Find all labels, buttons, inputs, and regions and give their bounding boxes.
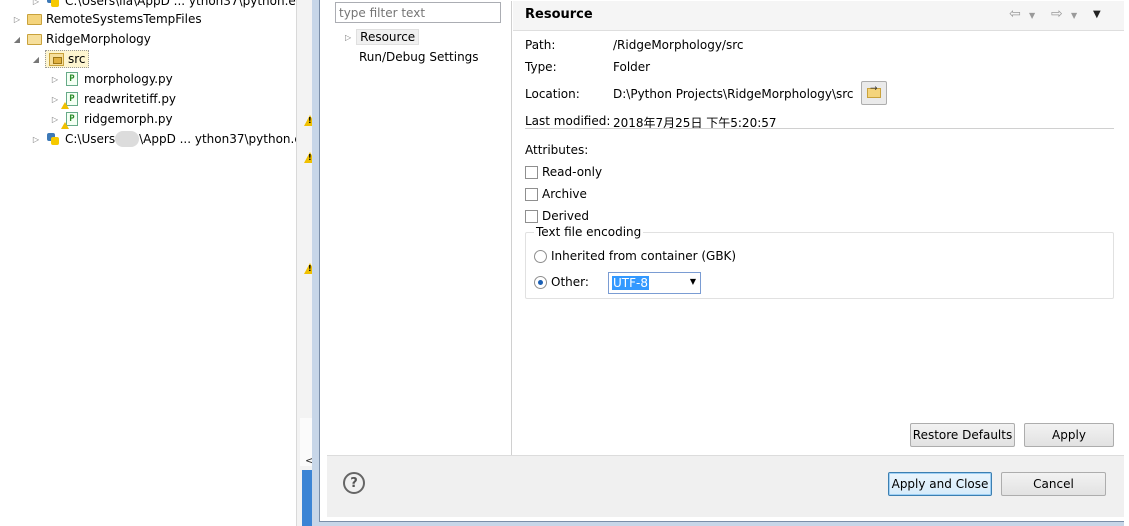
checkbox-label: Archive	[542, 187, 587, 201]
python-interpreter-icon	[45, 0, 61, 9]
taskbar-fragment	[302, 470, 320, 526]
help-icon[interactable]: ?	[343, 472, 365, 494]
warning-icon	[304, 115, 316, 126]
back-dropdown-icon[interactable]: ▼	[1029, 11, 1035, 20]
dialog-body: ▷ Resource Run/Debug Settings Resource ⇦…	[327, 1, 1129, 455]
preference-nav: ▷ Resource Run/Debug Settings	[327, 1, 512, 455]
redacted-username	[115, 131, 140, 147]
tree-item-label: C:\Users\lia\AppD ... ython37\python.e:	[65, 0, 297, 8]
other-encoding-option[interactable]: Other:	[534, 275, 589, 289]
expand-arrow-icon[interactable]: ▷	[49, 93, 61, 105]
tree-item-src[interactable]: ◢ src	[30, 49, 89, 69]
checkbox-label: Read-only	[542, 165, 603, 179]
readonly-checkbox-row[interactable]: Read-only	[525, 165, 602, 179]
tree-item-morphology-py[interactable]: ▷ P morphology.py	[49, 69, 173, 89]
readonly-checkbox[interactable]	[525, 165, 538, 179]
tree-item-label: src	[68, 52, 86, 66]
project-folder-icon	[26, 31, 42, 47]
checkbox-label: Derived	[542, 209, 589, 223]
view-menu-icon[interactable]: ▼	[1093, 9, 1101, 20]
type-value: Folder	[613, 60, 651, 74]
radio-label: Other:	[551, 275, 589, 289]
type-label: Type:	[525, 60, 557, 74]
path-value: /RidgeMorphology/src	[613, 38, 744, 52]
python-file-warning-icon: P	[61, 91, 80, 109]
chevron-down-icon[interactable]: ▼	[690, 277, 696, 286]
expand-arrow-icon[interactable]: ▷	[345, 33, 351, 42]
encoding-select[interactable]: UTF-8 ▼	[608, 272, 701, 294]
tree-item-label: ridgemorph.py	[84, 112, 173, 126]
collapse-arrow-icon[interactable]: ◢	[11, 33, 23, 45]
tree-item-label: RemoteSystemsTempFiles	[46, 12, 202, 26]
tree-item-remote-systems[interactable]: ▷ RemoteSystemsTempFiles	[11, 9, 202, 29]
warning-icon	[304, 152, 316, 163]
attributes-label: Attributes:	[525, 143, 589, 157]
folder-icon	[26, 11, 42, 27]
tree-item-label: readwritetiff.py	[84, 92, 177, 106]
tree-item-label: morphology.py	[84, 72, 173, 86]
expand-arrow-icon[interactable]: ▷	[49, 113, 61, 125]
apply-and-close-button[interactable]: Apply and Close	[888, 472, 992, 496]
tree-item-label: \AppD ... ython37\python.e:	[139, 132, 297, 146]
nav-item-resource[interactable]: ▷ Resource	[345, 29, 420, 45]
path-label: Path:	[525, 38, 556, 52]
forward-arrow-icon[interactable]: ⇨	[1051, 6, 1063, 22]
cancel-button[interactable]: Cancel	[1001, 472, 1106, 496]
tree-item-label: RidgeMorphology	[46, 32, 151, 46]
derived-checkbox-row[interactable]: Derived	[525, 209, 589, 223]
open-location-button[interactable]	[861, 81, 887, 105]
back-arrow-icon[interactable]: ⇦	[1009, 6, 1021, 22]
separator	[525, 128, 1114, 129]
window-edge	[1124, 0, 1129, 526]
python-file-icon: P	[64, 71, 80, 87]
tree-item-ridgemorphology[interactable]: ◢ RidgeMorphology	[11, 29, 151, 49]
warning-icon	[304, 263, 316, 274]
nav-item-label: Run/Debug Settings	[359, 50, 479, 64]
page-title: Resource	[525, 7, 593, 22]
resource-page: Resource ⇦ ▼ ⇨ ▼ ▼ Path: /RidgeMorpholog…	[513, 1, 1129, 455]
page-header: Resource ⇦ ▼ ⇨ ▼ ▼	[513, 1, 1129, 31]
apply-button[interactable]: Apply	[1024, 423, 1114, 447]
tree-item-label: C:\Users	[65, 132, 116, 146]
expand-arrow-icon[interactable]: ▷	[30, 133, 42, 145]
last-modified-label: Last modified:	[525, 114, 611, 128]
inherited-encoding-option[interactable]: Inherited from container (GBK)	[534, 249, 736, 263]
tree-item-readwritetiff-py[interactable]: ▷ P readwritetiff.py	[49, 89, 176, 109]
archive-checkbox[interactable]	[525, 187, 538, 201]
other-radio[interactable]	[534, 275, 547, 289]
collapse-arrow-icon[interactable]: ◢	[30, 53, 42, 65]
tree-item-selected[interactable]: src	[45, 50, 89, 68]
location-label: Location:	[525, 87, 580, 101]
inherited-radio[interactable]	[534, 249, 547, 263]
tree-item-python-interpreter-2[interactable]: ▷ C:\Users \AppD ... ython37\python.e:	[30, 129, 297, 149]
archive-checkbox-row[interactable]: Archive	[525, 187, 587, 201]
project-explorer: ▷ C:\Users\lia\AppD ... ython37\python.e…	[0, 0, 297, 526]
python-file-warning-icon: P	[61, 111, 80, 129]
nav-item-run-debug[interactable]: Run/Debug Settings	[359, 50, 479, 64]
location-value: D:\Python Projects\RidgeMorphology\src	[613, 87, 854, 101]
restore-defaults-button[interactable]: Restore Defaults	[910, 423, 1015, 447]
text-file-encoding-group: Text file encoding Inherited from contai…	[525, 225, 1114, 299]
nav-item-label: Resource	[356, 29, 420, 45]
derived-checkbox[interactable]	[525, 209, 538, 223]
encoding-select-value: UTF-8	[612, 276, 649, 290]
open-folder-icon	[867, 84, 881, 98]
expand-arrow-icon[interactable]: ▷	[11, 13, 23, 25]
radio-label: Inherited from container (GBK)	[551, 249, 737, 263]
python-interpreter-icon	[45, 131, 61, 147]
forward-dropdown-icon[interactable]: ▼	[1071, 11, 1077, 20]
dialog-footer: ? Apply and Close Cancel	[327, 455, 1129, 517]
tree-item-ridgemorph-py[interactable]: ▷ P ridgemorph.py	[49, 109, 173, 129]
group-legend: Text file encoding	[534, 225, 644, 239]
properties-dialog: ▷ Resource Run/Debug Settings Resource ⇦…	[319, 0, 1129, 522]
expand-arrow-icon[interactable]: ▷	[30, 0, 42, 7]
filter-input[interactable]	[335, 2, 501, 23]
source-folder-icon	[48, 51, 64, 67]
expand-arrow-icon[interactable]: ▷	[49, 73, 61, 85]
